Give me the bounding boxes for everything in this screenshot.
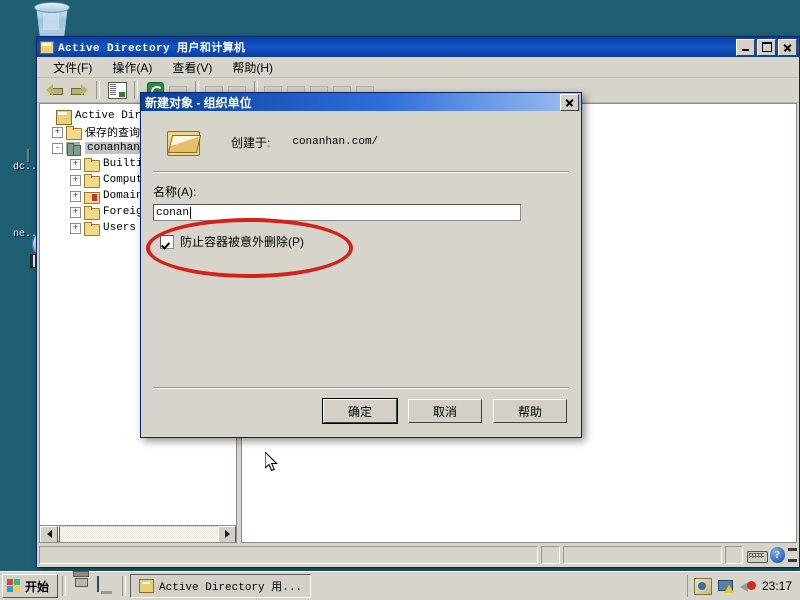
desktop: dc... ne... Active Directory 用户和计算机 文件(F… (0, 0, 800, 572)
console-icon (56, 109, 72, 125)
expander-icon[interactable]: + (70, 158, 81, 170)
back-arrow-icon (46, 84, 63, 97)
dialog-buttons: 确定 取消 帮助 (322, 398, 567, 424)
scroll-right-button[interactable] (218, 525, 236, 542)
taskbar-task-label: Active Directory 用... (159, 582, 303, 594)
name-field-group: 名称(A): conan (141, 173, 581, 221)
new-object-ou-dialog: 新建对象 - 组织单位 创建于: conanhan.com/ 名称(A): co… (140, 92, 582, 438)
help-button[interactable]: 帮助 (493, 399, 567, 423)
status-panel-wide (562, 546, 723, 564)
toolbar-separator (96, 81, 100, 99)
console-icon (139, 579, 155, 593)
windows-flag-icon (7, 579, 22, 593)
name-input[interactable]: conan (153, 204, 521, 221)
folder-icon (84, 157, 100, 172)
folder-icon (84, 221, 100, 236)
start-button[interactable]: 开始 (2, 574, 59, 598)
mouse-cursor (265, 452, 278, 472)
dialog-titlebar[interactable]: 新建对象 - 组织单位 (141, 93, 581, 111)
window-titlebar[interactable]: Active Directory 用户和计算机 (37, 37, 799, 57)
taskbar-separator (122, 576, 127, 596)
back-button[interactable] (43, 80, 65, 100)
created-in-value: conanhan.com/ (292, 136, 379, 148)
tree-item-label: Users (103, 222, 137, 234)
dialog-body: 创建于: conanhan.com/ 名称(A): conan 防止容器被意外删… (141, 111, 581, 437)
menu-file[interactable]: 文件(F) (44, 57, 101, 78)
dialog-close-button[interactable] (560, 93, 579, 111)
show-tree-icon (107, 81, 127, 99)
taskbar: 开始 Active Directory 用... 23:17 (0, 571, 800, 600)
show-tree-button[interactable] (106, 80, 128, 100)
menu-bar: 文件(F) 操作(A) 查看(V) 帮助(H) (37, 57, 799, 78)
menu-action[interactable]: 操作(A) (103, 57, 161, 78)
taskbar-task-aduc[interactable]: Active Directory 用... (130, 574, 312, 598)
created-in-label: 创建于: (231, 135, 271, 150)
name-input-value: conan (156, 206, 190, 219)
menu-help[interactable]: 帮助(H) (223, 57, 282, 78)
network-warning-icon[interactable] (717, 579, 734, 594)
quick-launch-network-icon[interactable] (73, 577, 91, 595)
tree-item-label: 保存的查询 (85, 128, 140, 140)
arrow-left-icon (46, 530, 52, 538)
protect-checkbox-label: 防止容器被意外删除(P) (180, 235, 304, 249)
help-icon[interactable]: ? (769, 547, 785, 563)
volume-muted-icon[interactable] (739, 579, 756, 594)
ok-button[interactable]: 确定 (322, 398, 398, 424)
protect-checkbox[interactable] (160, 234, 174, 249)
cancel-button[interactable]: 取消 (408, 399, 482, 423)
ou-folder-icon (165, 127, 201, 157)
dialog-title: 新建对象 - 组织单位 (145, 95, 252, 110)
arrow-right-icon (224, 530, 230, 538)
toolbar-separator (134, 81, 138, 99)
text-caret (190, 206, 192, 219)
window-title: Active Directory 用户和计算机 (58, 43, 246, 55)
folder-icon (84, 205, 100, 220)
window-controls (736, 38, 797, 56)
keyboard-icon (746, 548, 768, 563)
tree-item-label: Domain (103, 190, 143, 202)
expander-icon[interactable]: + (52, 126, 63, 138)
expander-icon[interactable]: + (70, 222, 81, 234)
desktop-icon-recycle-bin[interactable] (6, 2, 62, 30)
expander-icon[interactable]: + (70, 206, 81, 218)
console-icon (40, 40, 54, 54)
start-button-label: 开始 (25, 579, 50, 594)
scroll-track[interactable] (58, 525, 218, 542)
dialog-divider (153, 387, 569, 389)
expander-icon[interactable]: + (70, 190, 81, 202)
tree-horizontal-scrollbar[interactable] (40, 525, 236, 542)
expander-icon[interactable]: + (70, 174, 81, 186)
protect-checkbox-row[interactable]: 防止容器被意外删除(P) (141, 221, 581, 250)
forward-arrow-icon (70, 83, 88, 97)
status-panel-small (540, 546, 560, 564)
status-panel-tiny (725, 546, 743, 564)
forward-button[interactable] (68, 80, 90, 100)
spinner-icon[interactable] (788, 548, 797, 562)
taskbar-clock[interactable]: 23:17 (762, 579, 792, 593)
dialog-header: 创建于: conanhan.com/ (141, 111, 581, 157)
display-icon[interactable] (693, 577, 712, 595)
maximize-button[interactable] (757, 38, 776, 56)
taskbar-separator (62, 576, 67, 596)
quick-launch-show-desktop-icon[interactable] (97, 576, 115, 595)
domain-icon (66, 141, 81, 156)
expander-icon[interactable]: - (52, 142, 63, 154)
name-label: 名称(A): (153, 185, 197, 199)
close-button[interactable] (778, 38, 797, 56)
scroll-left-button[interactable] (40, 525, 58, 542)
status-bar: ? (39, 545, 797, 565)
scroll-thumb[interactable] (58, 525, 60, 542)
status-panel-main (39, 546, 538, 564)
menu-view[interactable]: 查看(V) (163, 57, 221, 78)
secure-folder-icon (84, 190, 100, 204)
close-icon (565, 97, 574, 107)
system-tray: 23:17 (686, 575, 798, 597)
folder-icon (66, 125, 82, 140)
minimize-button[interactable] (736, 38, 755, 56)
folder-icon (84, 173, 100, 188)
